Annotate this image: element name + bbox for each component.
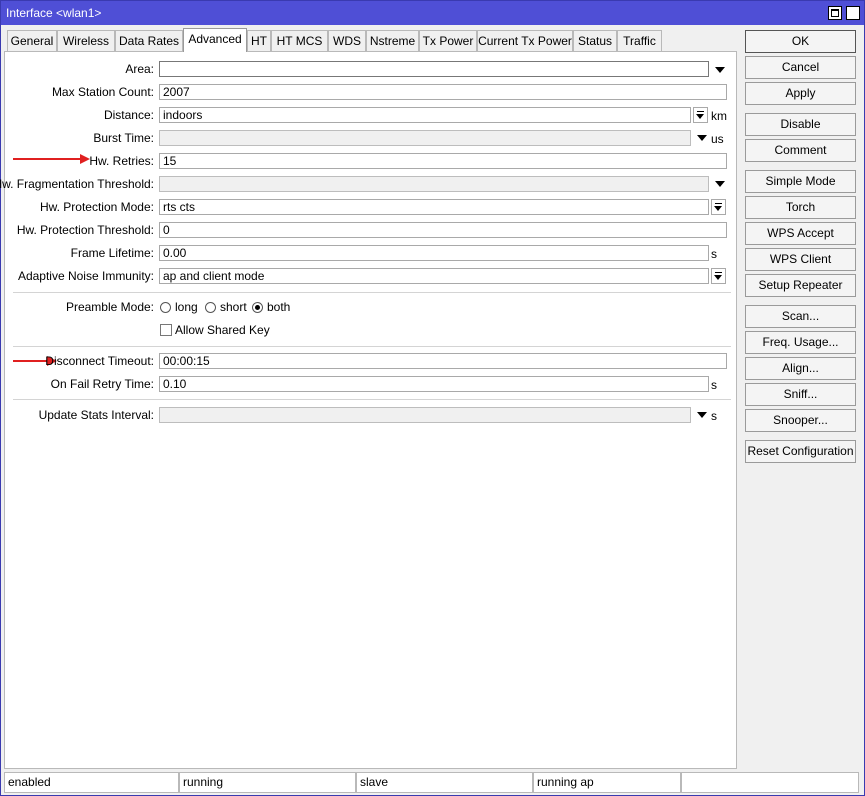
dropdown-arrow-icon[interactable] <box>697 135 707 141</box>
hw-protection-threshold-label: Hw. Protection Threshold: <box>16 223 154 237</box>
setup-repeater-button[interactable]: Setup Repeater <box>745 274 856 297</box>
tab-traffic[interactable]: Traffic <box>617 30 662 51</box>
freq-usage-button[interactable]: Freq. Usage... <box>745 331 856 354</box>
hw-retries-field[interactable]: 15 <box>159 153 727 169</box>
disable-button[interactable]: Disable <box>745 113 856 136</box>
comment-button[interactable]: Comment <box>745 139 856 162</box>
hw-retries-label: Hw. Retries: <box>89 154 154 168</box>
title-bar[interactable]: Interface <wlan1> × <box>1 1 864 25</box>
tab-status[interactable]: Status <box>573 30 617 51</box>
torch-button[interactable]: Torch <box>745 196 856 219</box>
hw-fragmentation-threshold-field[interactable] <box>159 176 709 192</box>
tab-current-tx-power[interactable]: Current Tx Power <box>477 30 573 51</box>
preamble-long-label: long <box>175 300 198 314</box>
area-field[interactable] <box>159 61 709 77</box>
disconnect-timeout-label: Disconnect Timeout: <box>45 354 154 368</box>
snooper-button[interactable]: Snooper... <box>745 409 856 432</box>
dropdown-arrow-icon[interactable] <box>697 412 707 418</box>
update-stats-interval-field[interactable] <box>159 407 691 423</box>
frame-lifetime-label: Frame Lifetime: <box>70 246 154 260</box>
area-label: Area: <box>125 62 154 76</box>
hw-protection-mode-label: Hw. Protection Mode: <box>39 200 154 214</box>
scan-button[interactable]: Scan... <box>745 305 856 328</box>
on-fail-retry-time-field[interactable]: 0.10 <box>159 376 709 392</box>
adaptive-noise-immunity-field[interactable]: ap and client mode <box>159 268 709 284</box>
wps-client-button[interactable]: WPS Client <box>745 248 856 271</box>
preamble-both-label: both <box>267 300 291 314</box>
update-stats-interval-label: Update Stats Interval: <box>38 408 154 422</box>
hw-protection-mode-field[interactable]: rts cts <box>159 199 709 215</box>
sniff-button[interactable]: Sniff... <box>745 383 856 406</box>
hw-protection-threshold-field[interactable]: 0 <box>159 222 727 238</box>
status-running-ap: running ap <box>533 772 681 793</box>
interface-window: Interface <wlan1> × General Wireless Dat… <box>0 0 865 796</box>
adaptive-noise-immunity-dropdown-button[interactable] <box>711 268 726 284</box>
simple-mode-button[interactable]: Simple Mode <box>745 170 856 193</box>
tab-ht-mcs[interactable]: HT MCS <box>271 30 328 51</box>
divider <box>13 292 731 293</box>
hw-protection-mode-dropdown-button[interactable] <box>711 199 726 215</box>
cancel-button[interactable]: Cancel <box>745 56 856 79</box>
tab-advanced[interactable]: Advanced <box>183 28 247 52</box>
tab-tx-power[interactable]: Tx Power <box>419 30 477 51</box>
tab-data-rates[interactable]: Data Rates <box>115 30 183 51</box>
apply-button[interactable]: Apply <box>745 82 856 105</box>
restore-button[interactable] <box>828 6 842 20</box>
preamble-short-radio[interactable] <box>205 302 216 313</box>
preamble-both-radio[interactable] <box>252 302 263 313</box>
on-fail-retry-time-label: On Fail Retry Time: <box>50 377 154 391</box>
preamble-long-radio[interactable] <box>160 302 171 313</box>
max-station-count-field[interactable]: 2007 <box>159 84 727 100</box>
disconnect-timeout-field[interactable]: 00:00:15 <box>159 353 727 369</box>
max-station-count-label: Max Station Count: <box>51 85 154 99</box>
close-icon: × <box>849 5 857 20</box>
status-slave: slave <box>356 772 533 793</box>
red-arrow-annotation-icon <box>13 360 48 362</box>
adaptive-noise-immunity-label: Adaptive Noise Immunity: <box>17 269 154 283</box>
dropdown-arrow-icon[interactable] <box>715 67 725 73</box>
red-arrow-annotation-icon <box>13 158 81 160</box>
burst-time-unit: us <box>711 132 724 146</box>
distance-field[interactable]: indoors <box>159 107 691 123</box>
tab-general[interactable]: General <box>7 30 57 51</box>
reset-configuration-button[interactable]: Reset Configuration <box>745 440 856 463</box>
dropdown-arrow-icon[interactable] <box>715 181 725 187</box>
window-title: Interface <wlan1> <box>6 6 102 20</box>
burst-time-field[interactable] <box>159 130 691 146</box>
tab-wireless[interactable]: Wireless <box>57 30 115 51</box>
frame-lifetime-field[interactable]: 0.00 <box>159 245 709 261</box>
restore-icon <box>831 9 839 17</box>
tab-nstreme[interactable]: Nstreme <box>366 30 419 51</box>
wps-accept-button[interactable]: WPS Accept <box>745 222 856 245</box>
frame-lifetime-unit: s <box>711 247 717 261</box>
advanced-panel: Area: Max Station Count: 2007 Distance: … <box>0 51 737 769</box>
distance-label: Distance: <box>103 108 154 122</box>
on-fail-retry-time-unit: s <box>711 378 717 392</box>
allow-shared-key-label: Allow Shared Key <box>175 323 270 337</box>
distance-unit: km <box>711 109 727 123</box>
tab-wds[interactable]: WDS <box>328 30 366 51</box>
burst-time-label: Burst Time: <box>93 131 154 145</box>
tab-ht[interactable]: HT <box>247 30 271 51</box>
update-stats-interval-unit: s <box>711 409 717 423</box>
hw-fragmentation-threshold-label: Hw. Fragmentation Threshold: <box>0 177 154 191</box>
distance-dropdown-button[interactable] <box>693 107 708 123</box>
status-bar: enabled running slave running ap <box>4 772 861 793</box>
divider <box>13 399 731 400</box>
ok-button[interactable]: OK <box>745 30 856 53</box>
status-empty <box>681 772 859 793</box>
preamble-short-label: short <box>220 300 247 314</box>
close-button[interactable]: × <box>846 5 860 20</box>
preamble-mode-label: Preamble Mode: <box>65 300 154 314</box>
status-running: running <box>179 772 356 793</box>
allow-shared-key-checkbox[interactable] <box>160 324 172 336</box>
status-enabled: enabled <box>4 772 179 793</box>
divider <box>13 346 731 347</box>
align-button[interactable]: Align... <box>745 357 856 380</box>
